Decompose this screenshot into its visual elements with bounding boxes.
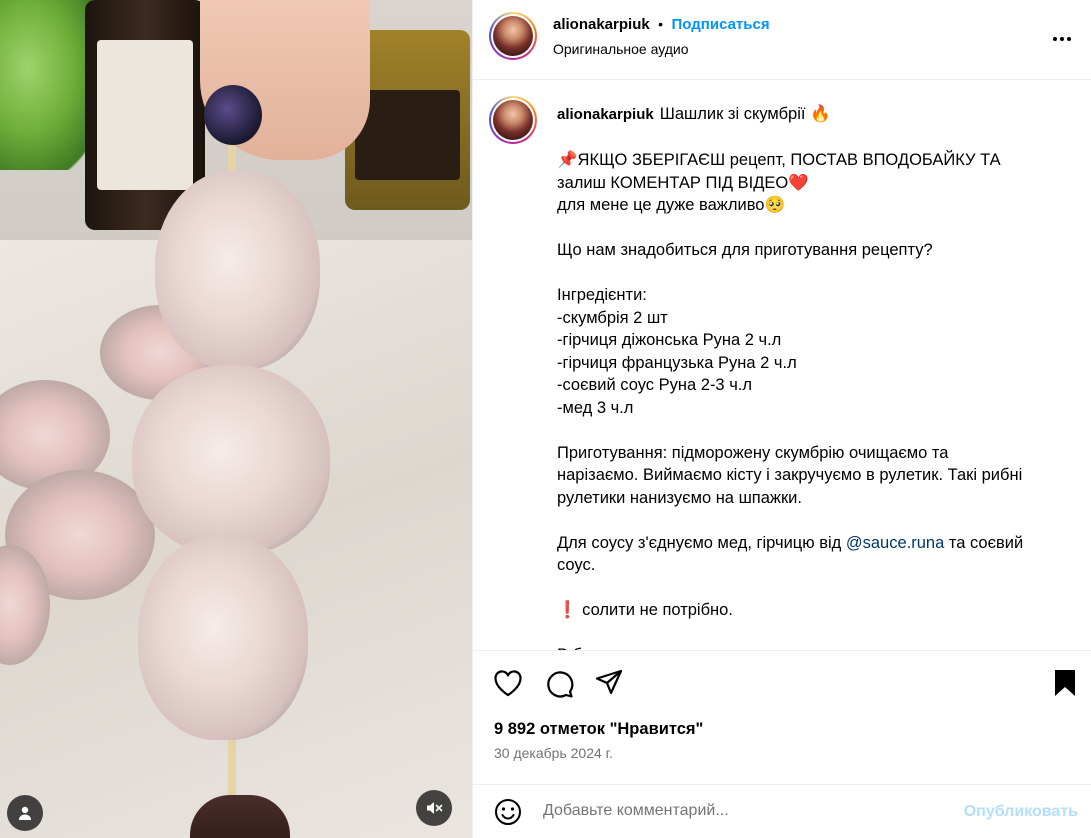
heart-icon [494, 670, 522, 697]
caption-line: -гірчиця французька Руна 2 ч.л [557, 353, 797, 372]
audio-muted-icon [427, 802, 443, 814]
fish-roll-image [132, 365, 330, 555]
caption-sauce-text: та соєвий [944, 533, 1024, 552]
caption-line: залиш КОМЕНТАР ПІД ВІДЕО❤️ [557, 173, 809, 192]
caption-sauce-line: Для соусу з'єднуємо мед, гірчицю від @sa… [557, 532, 1067, 555]
caption-line: для мене це дуже важливо🥺 [557, 196, 785, 214]
caption-line: рулетики нанизуємо на шпажки. [557, 488, 802, 507]
avatar[interactable] [489, 96, 537, 144]
emoji-icon [495, 799, 521, 825]
audio-label[interactable]: Оригинальное аудио [553, 41, 689, 57]
avatar[interactable] [489, 12, 537, 60]
bookmark-icon [1055, 670, 1075, 696]
more-icon [1053, 37, 1071, 41]
caption-sauce-line: соус. [557, 556, 596, 574]
post-header: alionakarpiuk • Подписаться Оригинальное… [473, 0, 1091, 80]
caption-line: Інгредієнти: [557, 286, 647, 304]
like-button[interactable] [493, 668, 523, 698]
caption-title: Шашлик зі скумбрії 🔥 [659, 105, 831, 123]
caption-line: Приготування: підморожену скумбрію очища… [557, 443, 949, 462]
fish-roll-image [138, 535, 308, 740]
comment-input[interactable] [543, 802, 923, 820]
caption-line: -гірчиця діжонська Руна 2 ч.л [557, 331, 782, 349]
caption-line: Що нам знадобиться для приготування реце… [557, 241, 933, 259]
post-date[interactable]: 30 декабрь 2024 г. [494, 745, 613, 761]
caption-username-link[interactable]: alionakarpiuk [557, 106, 654, 123]
post-details-panel: alionakarpiuk • Подписаться Оригинальное… [472, 0, 1091, 838]
caption-line: -мед 3 ч.л [557, 398, 634, 417]
caption-line: нарізаємо. Виймаємо кісту і закручуємо в… [557, 466, 1023, 484]
publish-button[interactable]: Опубликовать [964, 803, 1078, 821]
share-icon [595, 669, 623, 695]
user-icon [19, 806, 31, 820]
user-tag-button[interactable] [7, 795, 43, 831]
comment-button[interactable] [544, 668, 574, 698]
caption-sauce-text: Для соусу з'єднуємо мед, гірчицю від [557, 533, 846, 552]
caption-body: 📌ЯКЩО ЗБЕРІГАЄШ рецепт, ПОСТАВ ВПОДОБАЙК… [557, 149, 1067, 532]
emoji-button[interactable] [493, 797, 523, 827]
fish-roll-image [155, 170, 320, 370]
mention-link[interactable]: @sauce.runa [846, 534, 944, 552]
mute-toggle-button[interactable] [416, 790, 452, 826]
separator-dot: • [658, 16, 664, 32]
likes-count[interactable]: 9 892 отметок "Нравится" [494, 720, 703, 739]
username-link[interactable]: alionakarpiuk [553, 16, 650, 33]
caption-line: 📌ЯКЩО ЗБЕРІГАЄШ рецепт, ПОСТАВ ВПОДОБАЙК… [557, 151, 1001, 169]
caption-warning: ❗ солити не потрібно. [557, 601, 733, 619]
comment-icon [547, 671, 574, 698]
nail-image [204, 85, 262, 145]
share-button[interactable] [594, 668, 624, 698]
caption-line: -соєвий соус Руна 2-3 ч.л [557, 376, 753, 394]
follow-button[interactable]: Подписаться [672, 16, 770, 33]
post-media-video[interactable] [0, 0, 472, 838]
save-button[interactable] [1050, 668, 1080, 698]
caption-section: alionakarpiuk Шашлик зі скумбрії 🔥 📌ЯКЩО … [473, 80, 1091, 650]
caption-text: alionakarpiuk Шашлик зі скумбрії 🔥 📌ЯКЩО … [557, 103, 1067, 650]
more-options-button[interactable] [1050, 27, 1074, 51]
caption-line: -скумбрія 2 шт [557, 308, 668, 327]
comment-bar: Опубликовать [473, 784, 1091, 838]
